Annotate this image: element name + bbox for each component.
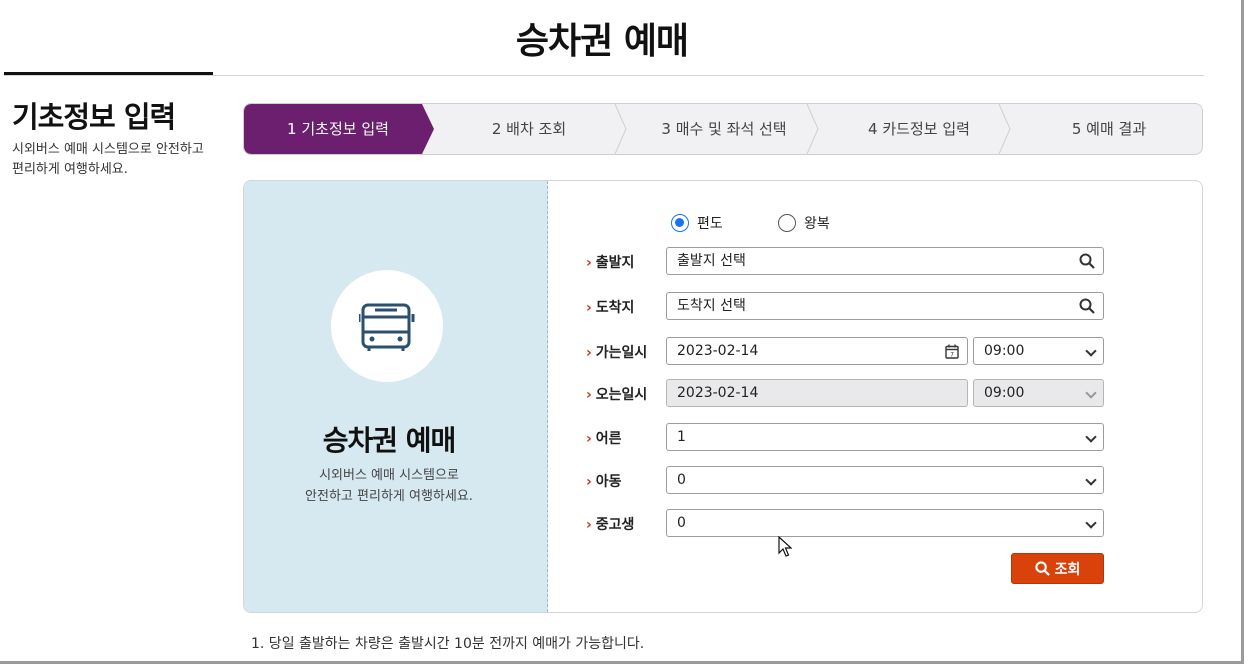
- step-separator: [998, 104, 1011, 154]
- step-5: 5 예매 결과: [1071, 120, 1147, 138]
- child-count-select[interactable]: 0: [666, 466, 1104, 494]
- search-icon: [1034, 561, 1050, 576]
- go-datetime-label: › 가는일시: [586, 342, 647, 362]
- chevron-down-icon: [1085, 387, 1097, 399]
- arrival-placeholder: 도착지 선택: [677, 298, 746, 314]
- bus-icon: [359, 303, 415, 351]
- label-text: 가는일시: [595, 345, 648, 361]
- adult-count-value: 1: [677, 429, 686, 445]
- search-icon[interactable]: [1079, 248, 1095, 274]
- arrival-input[interactable]: 도착지 선택: [666, 292, 1104, 320]
- adult-label: › 어른: [586, 428, 622, 448]
- panel-description: 시외버스 예매 시스템으로 안전하고 편리하게 여행하세요.: [244, 465, 534, 507]
- chevron-down-icon: [1085, 431, 1097, 443]
- step-indicator: 1 기초정보 입력 2 배차 조회 3 매수 및 좌석 선택 4 카드정보 입력…: [243, 103, 1203, 155]
- chevron-down-icon: [1085, 345, 1097, 357]
- departure-label: › 출발지: [586, 252, 634, 272]
- radio-label: 편도: [697, 216, 723, 232]
- teen-label: › 중고생: [586, 514, 634, 534]
- return-time-select: 09:00: [973, 379, 1104, 407]
- label-text: 아동: [595, 474, 622, 490]
- chevron-down-icon: [1085, 474, 1097, 486]
- return-time-value: 09:00: [984, 385, 1025, 401]
- svg-text:7: 7: [950, 351, 954, 358]
- panel-description-line2: 안전하고 편리하게 여행하세요.: [305, 489, 473, 504]
- calendar-icon[interactable]: 7: [945, 338, 959, 364]
- step-1: 1 기초정보 입력: [244, 104, 422, 154]
- departure-placeholder: 출발지 선택: [677, 253, 746, 269]
- label-text: 오는일시: [595, 387, 648, 403]
- label-text: 도착지: [595, 300, 635, 316]
- departure-input[interactable]: 출발지 선택: [666, 247, 1104, 275]
- go-time-select[interactable]: 09:00: [973, 337, 1104, 365]
- bullet-icon: ›: [586, 255, 592, 271]
- bullet-icon: ›: [586, 431, 592, 447]
- booking-panel: 승차권 예매 시외버스 예매 시스템으로 안전하고 편리하게 여행하세요. 편도…: [243, 180, 1203, 613]
- step-separator: [806, 104, 819, 154]
- label-text: 어른: [595, 431, 622, 447]
- arrival-label: › 도착지: [586, 297, 634, 317]
- panel-title: 승차권 예매: [322, 424, 457, 457]
- radio-dot[interactable]: [778, 214, 796, 232]
- radio-round-trip[interactable]: 왕복: [778, 213, 830, 233]
- label-text: 출발지: [595, 255, 635, 271]
- search-button[interactable]: 조회: [1011, 553, 1104, 584]
- info-panel: 승차권 예매 시외버스 예매 시스템으로 안전하고 편리하게 여행하세요.: [244, 181, 548, 612]
- notice-text: 1. 당일 출발하는 차량은 출발시간 10분 전까지 예매가 가능합니다.: [251, 636, 645, 652]
- bullet-icon: ›: [586, 387, 592, 403]
- bullet-icon: ›: [586, 474, 592, 490]
- search-icon[interactable]: [1079, 293, 1095, 319]
- bus-icon-badge: [331, 270, 443, 382]
- teen-count-select[interactable]: 0: [666, 509, 1104, 537]
- step-3: 3 매수 및 좌석 선택: [661, 120, 787, 138]
- bullet-icon: ›: [586, 300, 592, 316]
- go-date-input[interactable]: 2023-02-14 7: [666, 337, 968, 365]
- radio-dot-selected[interactable]: [671, 214, 689, 232]
- label-text: 중고생: [595, 517, 635, 533]
- bullet-icon: ›: [586, 345, 592, 361]
- step-2: 2 배차 조회: [491, 120, 567, 138]
- teen-count-value: 0: [677, 515, 686, 531]
- step-4: 4 카드정보 입력: [868, 120, 970, 138]
- adult-count-select[interactable]: 1: [666, 423, 1104, 451]
- mouse-cursor-icon: [778, 536, 792, 557]
- search-button-label: 조회: [1054, 561, 1081, 578]
- section-title: 기초정보 입력: [12, 100, 176, 134]
- return-date-value: 2023-02-14: [677, 385, 759, 401]
- radio-one-way[interactable]: 편도: [671, 213, 723, 233]
- return-date-input: 2023-02-14: [666, 379, 968, 407]
- step-1-arrow: [422, 104, 434, 154]
- return-datetime-label: › 오는일시: [586, 384, 647, 404]
- go-time-value: 09:00: [984, 343, 1025, 359]
- go-date-value: 2023-02-14: [677, 343, 759, 359]
- child-label: › 아동: [586, 471, 622, 491]
- child-count-value: 0: [677, 472, 686, 488]
- section-description: 시외버스 예매 시스템으로 안전하고 편리하게 여행하세요.: [12, 142, 204, 177]
- title-divider: [4, 75, 1204, 76]
- page-title: 승차권 예매: [515, 21, 689, 62]
- chevron-down-icon: [1085, 517, 1097, 529]
- radio-label: 왕복: [804, 216, 830, 232]
- bullet-icon: ›: [586, 517, 592, 533]
- panel-description-line1: 시외버스 예매 시스템으로: [319, 468, 459, 483]
- app-window: 승차권 예매 기초정보 입력 시외버스 예매 시스템으로 안전하고 편리하게 여…: [0, 0, 1244, 664]
